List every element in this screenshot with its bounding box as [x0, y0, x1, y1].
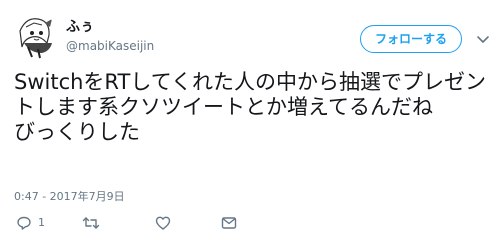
reply-button[interactable]: 1	[16, 215, 45, 231]
avatar-illustration	[12, 13, 58, 59]
retweet-icon	[82, 217, 100, 229]
avatar[interactable]	[12, 13, 58, 59]
like-icon	[155, 216, 171, 230]
direct-message-button[interactable]	[221, 215, 237, 231]
tweet-timestamp[interactable]: 0:47 - 2017年7月9日	[14, 190, 125, 204]
direct-message-icon	[221, 217, 237, 229]
more-options-button[interactable]	[472, 28, 494, 50]
like-button[interactable]	[155, 215, 171, 231]
tweet-card: ふぅ @mabiKaseijin フォローする SwitchをRTしてくれた人の…	[0, 0, 500, 246]
chevron-down-icon	[477, 36, 489, 43]
tweet-text: SwitchをRTしてくれた人の中から抽選でプレゼントします系クソツイートとか増…	[14, 70, 487, 144]
user-handle[interactable]: @mabiKaseijin	[66, 38, 154, 54]
retweet-button[interactable]	[82, 215, 100, 231]
reply-count: 1	[38, 216, 45, 229]
follow-button[interactable]: フォローする	[360, 25, 462, 53]
reply-icon	[17, 216, 31, 230]
display-name[interactable]: ふぅ	[66, 18, 94, 36]
